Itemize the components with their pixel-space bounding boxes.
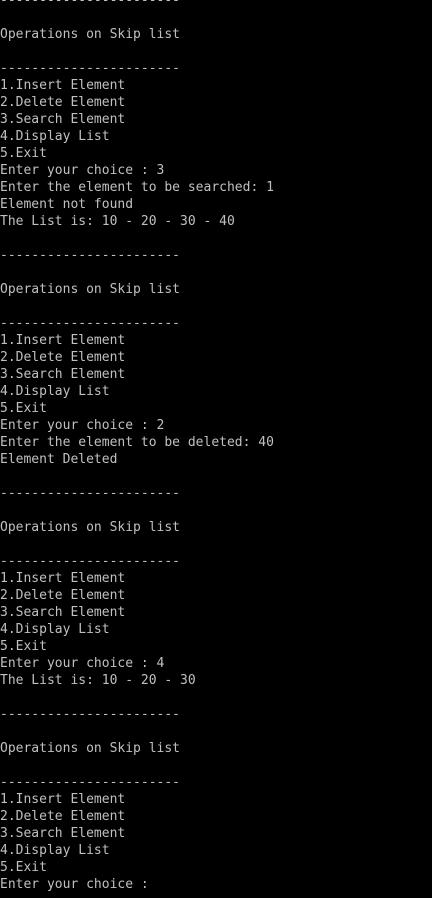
menu-option: 1.Insert Element <box>0 333 126 348</box>
choice-prompt: Enter your choice : 3 <box>0 163 165 178</box>
menu-title: Operations on Skip list <box>0 282 181 297</box>
menu-option: 4.Display List <box>0 843 110 858</box>
separator-line: ----------------------- <box>0 248 181 263</box>
menu-option: 5.Exit <box>0 146 47 161</box>
menu-option: 2.Delete Element <box>0 95 126 110</box>
status-message: Element Deleted <box>0 452 118 467</box>
menu-option: 5.Exit <box>0 639 47 654</box>
separator-line: ----------------------- <box>0 0 181 8</box>
menu-option: 1.Insert Element <box>0 792 126 807</box>
menu-option: 5.Exit <box>0 401 47 416</box>
menu-option: 4.Display List <box>0 622 110 637</box>
menu-option: 3.Search Element <box>0 826 126 841</box>
menu-option: 2.Delete Element <box>0 809 126 824</box>
menu-option: 3.Search Element <box>0 112 126 127</box>
menu-option: 4.Display List <box>0 384 110 399</box>
element-prompt: Enter the element to be searched: 1 <box>0 180 274 195</box>
separator-line: ----------------------- <box>0 554 181 569</box>
status-message: Element not found <box>0 197 134 212</box>
choice-prompt: Enter your choice : 2 <box>0 418 165 433</box>
menu-option: 3.Search Element <box>0 605 126 620</box>
menu-title: Operations on Skip list <box>0 741 181 756</box>
menu-option: 1.Insert Element <box>0 78 126 93</box>
element-prompt: Enter the element to be deleted: 40 <box>0 435 274 450</box>
list-output: The List is: 10 - 20 - 30 - 40 <box>0 214 235 229</box>
menu-title: Operations on Skip list <box>0 27 181 42</box>
menu-option: 2.Delete Element <box>0 588 126 603</box>
menu-option: 1.Insert Element <box>0 571 126 586</box>
separator-line: ----------------------- <box>0 775 181 790</box>
menu-option: 4.Display List <box>0 129 110 144</box>
menu-option: 3.Search Element <box>0 367 126 382</box>
menu-title: Operations on Skip list <box>0 520 181 535</box>
separator-line: ----------------------- <box>0 486 181 501</box>
menu-option: 2.Delete Element <box>0 350 126 365</box>
separator-line: ----------------------- <box>0 61 181 76</box>
choice-prompt: Enter your choice : 4 <box>0 656 165 671</box>
list-output: The List is: 10 - 20 - 30 <box>0 673 196 688</box>
menu-option: 5.Exit <box>0 860 47 875</box>
console-output[interactable]: ----------------------- Operations on Ski… <box>0 0 432 893</box>
separator-line: ----------------------- <box>0 707 181 722</box>
separator-line: ----------------------- <box>0 316 181 331</box>
choice-prompt: Enter your choice : <box>0 877 157 892</box>
